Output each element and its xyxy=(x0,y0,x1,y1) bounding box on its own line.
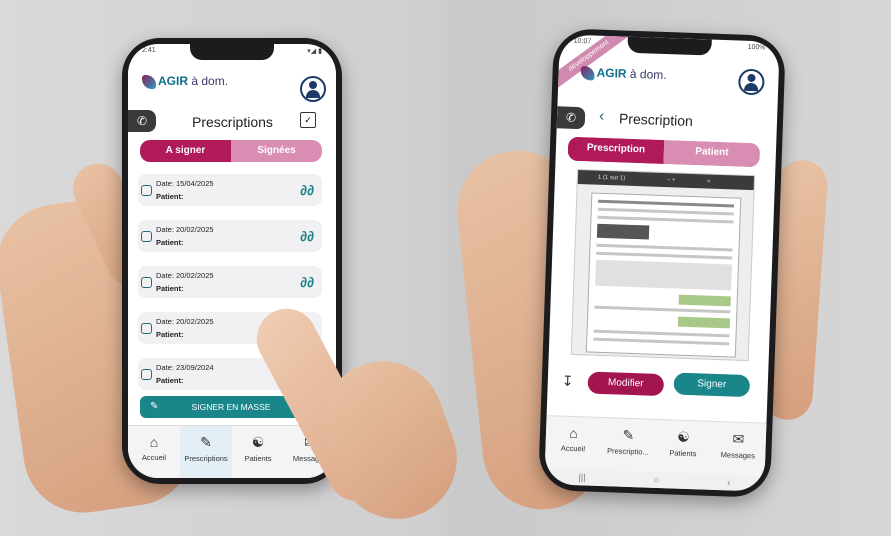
nav-home-label: Accueil xyxy=(141,453,167,462)
back-chevron-icon[interactable]: ‹ xyxy=(599,108,605,126)
pdf-page xyxy=(585,192,742,358)
nav-patients[interactable]: ☯ Patients xyxy=(232,426,284,478)
nav-prescriptions-label: Prescriptio... xyxy=(606,446,649,457)
logo-text-adom: à dom. xyxy=(191,74,229,88)
nav-prescriptions[interactable]: ✎ Prescriptions xyxy=(180,426,232,478)
phone-call-button[interactable]: ✆ xyxy=(128,110,156,132)
page-title: Prescription xyxy=(618,110,694,129)
prescription-date: Date: 15/04/2025 xyxy=(156,179,214,188)
download-icon[interactable]: ↧ xyxy=(562,373,574,390)
edit-icon: ✎ xyxy=(200,434,212,450)
profile-avatar-icon[interactable] xyxy=(737,68,765,96)
logo-text-adom: à dom. xyxy=(629,66,667,83)
home-icon: ⌂ xyxy=(149,434,159,450)
doc-line xyxy=(597,215,734,224)
select-checkbox[interactable] xyxy=(141,323,152,334)
doc-block xyxy=(595,259,732,291)
status-time: 10:07 xyxy=(573,37,592,46)
nav-patients-label: Patients xyxy=(669,448,697,459)
tab-patient[interactable]: Patient xyxy=(663,140,761,168)
nav-messages[interactable]: ✉ Messages xyxy=(710,422,767,476)
back-icon[interactable]: ‹ xyxy=(727,477,730,487)
nav-messages-label: Messages xyxy=(720,450,756,461)
doc-green-block xyxy=(677,316,731,329)
zoom-controls[interactable]: – + xyxy=(667,177,676,183)
prescription-patient: Patient: xyxy=(156,192,184,201)
logo-text-agir: AGIR xyxy=(158,74,188,88)
more-icon[interactable]: » xyxy=(707,179,711,185)
prescription-patient: Patient: xyxy=(156,376,184,385)
sign-button[interactable]: Signer xyxy=(673,372,751,398)
nav-home-label: Accueil xyxy=(560,443,586,454)
prescription-patient: Patient: xyxy=(156,238,184,247)
logo-mark-icon xyxy=(580,65,595,81)
select-checkbox[interactable] xyxy=(141,369,152,380)
doc-line xyxy=(597,207,734,216)
patients-icon: ☯ xyxy=(676,428,691,446)
doc-block xyxy=(596,223,650,240)
nav-home[interactable]: ⌂ Accueil xyxy=(128,426,180,478)
signature-icon[interactable]: ∂∂ xyxy=(300,274,314,290)
recents-icon[interactable]: ||| xyxy=(578,472,585,482)
bottom-nav: ⌂ Accueil ✎ Prescriptio... ☯ Patients ✉ Mess… xyxy=(544,415,767,476)
status-icons: ▾◢ ▮ xyxy=(307,48,322,55)
mail-icon: ✉ xyxy=(732,430,745,447)
prescription-date: Date: 23/09/2024 xyxy=(156,363,214,372)
nav-prescriptions[interactable]: ✎ Prescriptio... xyxy=(600,418,657,472)
doc-line xyxy=(596,251,733,260)
prescription-date: Date: 20/02/2025 xyxy=(156,271,214,280)
select-checkbox[interactable] xyxy=(141,185,152,196)
profile-avatar-icon[interactable] xyxy=(300,76,326,102)
prescription-card[interactable]: Date: 20/02/2025 Patient: ∂∂ xyxy=(138,266,322,298)
prescription-date: Date: 20/02/2025 xyxy=(156,317,214,326)
nav-patients-label: Patients xyxy=(244,454,272,463)
select-checkbox[interactable] xyxy=(141,231,152,242)
doc-line xyxy=(598,199,735,208)
modify-button[interactable]: Modifier xyxy=(587,371,665,397)
doc-line xyxy=(596,243,733,252)
patients-icon: ☯ xyxy=(251,434,265,450)
select-checkbox[interactable] xyxy=(141,277,152,288)
bulk-sign-icon: ✎ xyxy=(150,401,159,412)
nav-patients[interactable]: ☯ Patients xyxy=(655,420,712,474)
pdf-toolbar: 1 (1 sur 1) – + » xyxy=(577,170,755,191)
status-time: 2:41 xyxy=(142,47,156,54)
tab-prescription[interactable]: Prescription xyxy=(567,136,665,164)
nav-home[interactable]: ⌂ Accueil xyxy=(545,416,602,470)
page-title: Prescriptions xyxy=(192,114,273,130)
prescription-patient: Patient: xyxy=(156,284,184,293)
app-logo: AGIR à dom. xyxy=(580,65,667,83)
logo-mark-icon xyxy=(142,74,156,89)
doc-line xyxy=(593,337,730,346)
right-screen: 10:07 100% développement AGIR à dom. ✆ ‹… xyxy=(544,34,780,492)
phone-call-button[interactable]: ✆ xyxy=(556,106,586,130)
nav-prescriptions-label: Prescriptions xyxy=(184,454,228,463)
app-logo: AGIR à dom. xyxy=(142,74,228,89)
home-icon: ⌂ xyxy=(569,424,579,442)
logo-text-agir: AGIR xyxy=(596,65,627,81)
doc-green-block xyxy=(678,294,731,307)
document-viewer[interactable]: 1 (1 sur 1) – + » xyxy=(570,168,756,362)
checklist-icon[interactable]: ✓ xyxy=(300,112,316,128)
signature-icon[interactable]: ∂∂ xyxy=(300,182,314,198)
tab-to-sign[interactable]: A signer xyxy=(140,140,231,162)
signature-tabs: A signer Signées xyxy=(140,140,322,162)
right-phone: 10:07 100% développement AGIR à dom. ✆ ‹… xyxy=(538,28,786,498)
tab-signed[interactable]: Signées xyxy=(231,140,322,162)
home-circle-icon[interactable]: ○ xyxy=(654,475,660,485)
prescription-card[interactable]: Date: 15/04/2025 Patient: ∂∂ xyxy=(138,174,322,206)
doc-line xyxy=(594,305,731,314)
prescription-date: Date: 20/02/2025 xyxy=(156,225,214,234)
prescription-tabs: Prescription Patient xyxy=(567,136,761,168)
bulk-sign-label: SIGNER EN MASSE xyxy=(191,402,271,412)
notch xyxy=(627,36,712,56)
pdf-page-indicator: 1 (1 sur 1) xyxy=(597,174,626,182)
edit-icon: ✎ xyxy=(622,426,635,444)
signature-icon[interactable]: ∂∂ xyxy=(300,228,314,244)
prescription-patient: Patient: xyxy=(156,330,184,339)
status-battery: 100% xyxy=(747,43,766,52)
notch xyxy=(190,44,274,60)
doc-line xyxy=(593,329,730,338)
prescription-card[interactable]: Date: 20/02/2025 Patient: ∂∂ xyxy=(138,220,322,252)
